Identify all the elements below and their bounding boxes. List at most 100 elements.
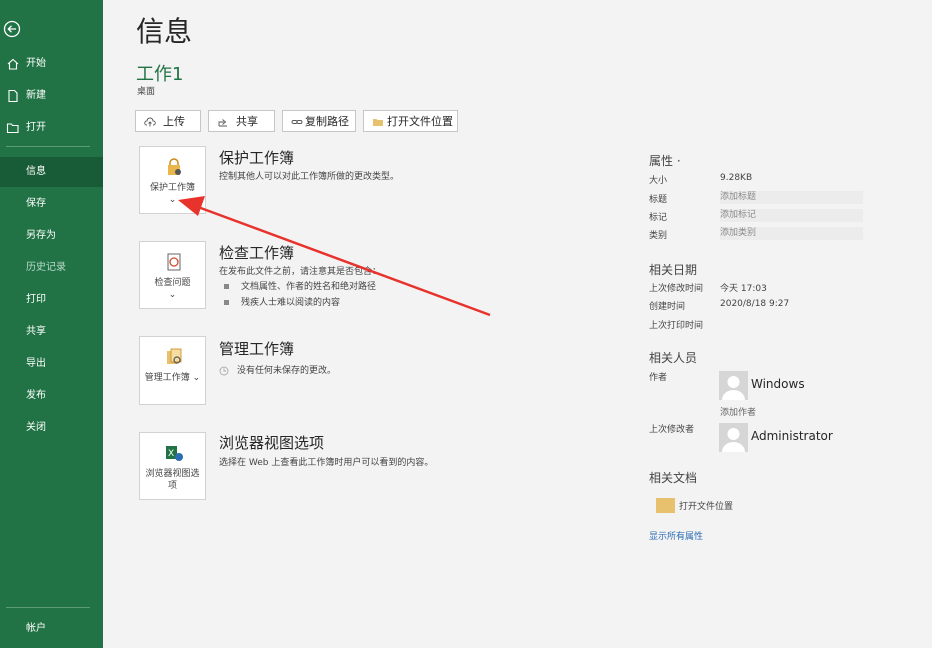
clock-icon <box>219 366 229 375</box>
manage-description: 没有任何未保存的更改。 <box>219 363 336 376</box>
sidebar-item-share[interactable]: 共享 <box>0 318 103 346</box>
created-label: 创建时间 <box>649 302 686 312</box>
protect-workbook-button[interactable]: 保护工作簿 ⌄ <box>139 146 206 214</box>
title-field[interactable]: 添加标题 <box>720 191 863 204</box>
excel-web-icon: X <box>166 446 183 461</box>
inspect-bullet: 残疾人士难以阅读的内容 <box>224 295 340 308</box>
sidebar-item-label: 关闭 <box>26 422 46 433</box>
author-label: 作者 <box>649 373 668 383</box>
sidebar-item-label: 历史记录 <box>26 262 66 273</box>
sidebar-item-label: 共享 <box>26 326 46 337</box>
sidebar-item-close[interactable]: 关闭 <box>0 414 103 442</box>
share-label: 共享 <box>236 115 258 128</box>
author-name[interactable]: Windows <box>751 377 805 391</box>
modifier-avatar <box>719 423 748 452</box>
svg-text:X: X <box>168 449 174 459</box>
tags-label: 标记 <box>649 213 668 223</box>
modifier-label: 上次修改者 <box>649 425 695 435</box>
open-file-location-link[interactable]: 打开文件位置 <box>679 499 733 512</box>
properties-heading[interactable]: 属性 · <box>649 152 681 169</box>
copy-path-label: 复制路径 <box>305 115 349 128</box>
sidebar-item-label: 打开 <box>26 122 46 133</box>
browser-view-description: 选择在 Web 上查看此工作簿时用户可以看到的内容。 <box>219 458 434 468</box>
modified-value: 今天 17:03 <box>720 284 767 294</box>
dates-heading: 相关日期 <box>649 263 698 277</box>
person-icon <box>722 376 745 400</box>
share-icon <box>218 119 227 127</box>
manage-title: 管理工作簿 <box>219 340 295 358</box>
sidebar-item-new[interactable]: 新建 <box>0 82 103 110</box>
sidebar-item-publish[interactable]: 发布 <box>0 382 103 410</box>
modifier-name[interactable]: Administrator <box>751 429 833 443</box>
printed-label: 上次打印时间 <box>649 321 704 331</box>
browser-view-title: 浏览器视图选项 <box>219 434 325 452</box>
sidebar-item-save-as[interactable]: 另存为 <box>0 222 103 250</box>
document-name: 工作1 <box>136 64 184 85</box>
sidebar-item-label: 帐户 <box>26 623 46 634</box>
check-issues-label: 检查问题 ⌄ <box>154 278 191 300</box>
title-label: 标题 <box>649 195 668 205</box>
page-title: 信息 <box>136 15 193 48</box>
sidebar-item-label: 新建 <box>26 90 46 101</box>
sidebar-divider <box>6 146 90 147</box>
show-all-properties-link[interactable]: 显示所有属性 <box>649 529 703 542</box>
manage-workbook-button[interactable]: 管理工作簿 ⌄ <box>139 336 206 405</box>
created-value: 2020/8/18 9:27 <box>720 299 790 309</box>
sidebar-item-account[interactable]: 帐户 <box>0 615 103 643</box>
sidebar-item-print[interactable]: 打印 <box>0 286 103 314</box>
sidebar-item-history[interactable]: 历史记录 <box>0 254 103 282</box>
inspect-title: 检查工作簿 <box>219 244 295 262</box>
sidebar-item-home[interactable]: 开始 <box>0 50 103 78</box>
backstage-sidebar: 开始 新建 打开 信息 保存 另存为 历史记录 打印 共享 导出 发布 关闭 帐… <box>0 0 103 648</box>
lock-key-icon <box>168 158 181 175</box>
sidebar-item-label: 开始 <box>26 58 46 69</box>
annotation-arrow <box>178 196 491 317</box>
protect-button-label: 保护工作簿 ⌄ <box>149 183 195 205</box>
folder-icon <box>373 119 383 126</box>
sidebar-item-save[interactable]: 保存 <box>0 190 103 218</box>
sidebar-item-label: 打印 <box>26 294 46 305</box>
size-value: 9.28KB <box>720 173 753 183</box>
open-location-label: 打开文件位置 <box>387 115 453 128</box>
person-icon <box>722 428 745 452</box>
protect-description: 控制其他人可以对此工作簿所做的更改类型。 <box>219 172 400 182</box>
category-field[interactable]: 添加类别 <box>720 227 863 240</box>
sidebar-item-open[interactable]: 打开 <box>0 114 103 142</box>
folder-icon <box>656 498 675 513</box>
sidebar-item-info[interactable]: 信息 <box>0 157 103 187</box>
upload-button[interactable]: 上传 <box>135 110 201 132</box>
category-label: 类别 <box>649 231 668 241</box>
sidebar-item-export[interactable]: 导出 <box>0 350 103 378</box>
new-document-icon <box>8 89 18 103</box>
back-arrow-icon[interactable] <box>3 20 21 38</box>
sidebar-item-label: 保存 <box>26 198 46 209</box>
author-avatar <box>719 371 748 400</box>
tags-field[interactable]: 添加标记 <box>720 209 863 222</box>
link-icon <box>291 120 303 124</box>
manage-workbook-icon <box>167 348 182 364</box>
protect-title: 保护工作簿 <box>219 149 295 167</box>
sidebar-item-label: 信息 <box>26 166 46 177</box>
add-author-link[interactable]: 添加作者 <box>720 405 756 418</box>
home-icon <box>7 58 19 70</box>
check-issues-button[interactable]: 检查问题 ⌄ <box>139 241 206 309</box>
people-heading: 相关人员 <box>649 351 698 365</box>
upload-icon <box>144 117 156 127</box>
share-button[interactable]: 共享 <box>208 110 275 132</box>
documents-heading: 相关文档 <box>649 471 698 485</box>
open-location-button[interactable]: 打开文件位置 <box>363 110 458 132</box>
sidebar-item-label: 另存为 <box>26 230 56 241</box>
modified-label: 上次修改时间 <box>649 284 704 294</box>
upload-label: 上传 <box>163 115 185 128</box>
browser-view-label: 浏览器视图选项 <box>145 469 200 491</box>
manage-button-label: 管理工作簿 ⌄ <box>144 373 201 383</box>
document-path: 桌面 <box>137 87 156 97</box>
browser-view-options-button[interactable]: X 浏览器视图选项 <box>139 432 206 500</box>
sidebar-item-label: 导出 <box>26 358 46 369</box>
inspect-description: 在发布此文件之前，请注意其是否包含： <box>219 267 382 277</box>
sidebar-item-label: 发布 <box>26 390 46 401</box>
open-folder-icon <box>6 123 19 134</box>
copy-path-button[interactable]: 复制路径 <box>282 110 356 132</box>
inspect-bullet: 文档属性、作者的姓名和绝对路径 <box>224 279 376 292</box>
sidebar-divider <box>6 607 90 608</box>
